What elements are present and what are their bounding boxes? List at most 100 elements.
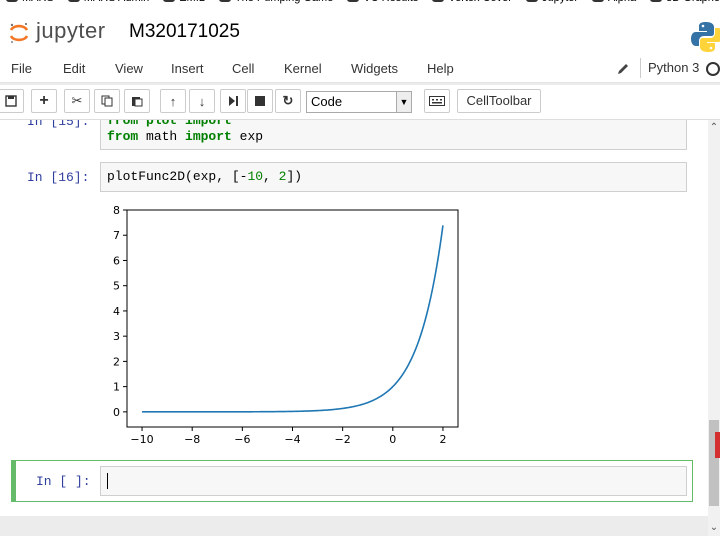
notebook-header: jupyter M320171025 xyxy=(0,8,720,56)
y-tick-label: 2 xyxy=(113,355,120,368)
python-logo-icon xyxy=(691,22,720,52)
cell-prompt: In [15]: xyxy=(27,120,90,129)
x-tick-label: −4 xyxy=(284,433,300,446)
bookmark-label: MARS Admin xyxy=(84,0,149,4)
menu-file[interactable]: File xyxy=(11,61,32,76)
bookmark-item[interactable]: MARS Admin xyxy=(67,0,149,4)
y-tick-label: 7 xyxy=(113,229,120,242)
code-cell-input[interactable]: plotFunc2D(exp, [-10, 2]) xyxy=(100,162,687,192)
bookmark-label: VC Results xyxy=(363,0,418,4)
run-button[interactable] xyxy=(220,89,246,113)
y-tick-label: 0 xyxy=(113,406,120,419)
code-text: ]) xyxy=(286,169,303,184)
bookmark-item[interactable]: Alpha xyxy=(592,0,636,4)
menu-edit[interactable]: Edit xyxy=(63,61,85,76)
page-bottom xyxy=(0,516,708,536)
x-tick-label: −10 xyxy=(130,433,153,446)
copy-icon xyxy=(101,95,113,107)
code-cell-input[interactable] xyxy=(100,466,687,496)
y-tick-label: 5 xyxy=(113,280,120,293)
bookmark-icon xyxy=(67,0,80,3)
bookmark-item[interactable]: Vertex Cover xyxy=(432,0,512,4)
plot-output: −10 −8 −6 −4 −2 0 2 0 1 2 3 4 5 6 7 8 xyxy=(113,204,459,446)
x-tick-label: 0 xyxy=(389,433,396,446)
edit-pencil-icon[interactable] xyxy=(616,62,630,76)
bookmark-icon xyxy=(525,0,538,3)
bookmark-icon xyxy=(6,0,18,3)
menu-help[interactable]: Help xyxy=(427,61,454,76)
code-keyword: import xyxy=(185,129,232,144)
bookmark-icon xyxy=(592,0,605,3)
scissors-icon: ✂ xyxy=(71,93,83,108)
code-text: plotFunc2D(exp, [- xyxy=(107,169,248,184)
chevron-down-icon[interactable]: ⌄ xyxy=(708,522,720,533)
y-tick-label: 3 xyxy=(113,330,120,343)
bookmarks-more-button[interactable]: » xyxy=(710,0,716,4)
x-tick-label: −8 xyxy=(184,433,200,446)
celltoolbar-button[interactable]: CellToolbar xyxy=(457,89,541,113)
menu-cell[interactable]: Cell xyxy=(232,61,254,76)
insert-cell-button[interactable]: + xyxy=(31,89,57,113)
scrollbar[interactable]: ⌃ ⌄ xyxy=(708,120,720,536)
cell-prompt: In [ ]: xyxy=(36,474,91,489)
save-button[interactable] xyxy=(0,89,24,113)
chevron-up-icon[interactable]: ⌃ xyxy=(708,122,720,133)
bookmark-item[interactable]: EMIL xyxy=(163,0,205,4)
menu-view[interactable]: View xyxy=(115,61,143,76)
restart-button[interactable]: ↻ xyxy=(275,89,301,113)
chevron-down-icon: ▼ xyxy=(396,92,411,112)
y-tick-label: 8 xyxy=(113,204,120,217)
bookmark-item[interactable]: The Pumping Game xyxy=(218,0,333,4)
y-tick-label: 1 xyxy=(113,381,120,394)
code-text: from plot import xyxy=(107,120,232,128)
bookmark-label: Vertex Cover xyxy=(448,0,512,4)
refresh-icon: ↻ xyxy=(282,93,294,108)
cut-button[interactable]: ✂ xyxy=(64,89,90,113)
notebook-container[interactable]: In [15]: from plot import from math impo… xyxy=(0,120,708,516)
menu-widgets[interactable]: Widgets xyxy=(351,61,398,76)
paste-button[interactable] xyxy=(124,89,150,113)
move-down-button[interactable]: ↓ xyxy=(189,89,215,113)
bookmark-label: Alpha xyxy=(608,0,636,4)
jupyter-logo[interactable]: jupyter xyxy=(8,18,108,48)
plot-frame xyxy=(126,209,459,428)
jupyter-logo-text: jupyter xyxy=(36,18,106,43)
y-tick-label: 6 xyxy=(113,254,120,267)
code-text: exp xyxy=(231,129,264,144)
red-marker xyxy=(715,432,720,458)
x-tick-label: 2 xyxy=(439,433,446,446)
command-palette-button[interactable] xyxy=(424,89,450,113)
copy-button[interactable] xyxy=(94,89,120,113)
bookmark-icon xyxy=(163,0,176,3)
code-number: 10 xyxy=(247,169,264,184)
code-cell-input[interactable]: from plot import from math import exp xyxy=(100,120,687,150)
bookmark-icon xyxy=(347,0,360,3)
bookmark-label: Jupyter xyxy=(542,0,578,4)
bookmark-icon xyxy=(650,0,663,3)
cell-type-select[interactable]: Code ▼ xyxy=(306,91,412,113)
notebook-name[interactable]: M320171025 xyxy=(129,21,240,43)
bookmarks-bar: MARS MARS Admin EMIL The Pumping Game VC Res… xyxy=(0,0,720,8)
menu-bar: File Edit View Insert Cell Kernel Widget… xyxy=(0,56,720,83)
y-tick-label: 4 xyxy=(113,305,120,318)
bookmark-label: EMIL xyxy=(179,0,205,4)
code-text: math xyxy=(138,129,186,144)
bookmark-label: MARS xyxy=(22,0,54,4)
kernel-indicator: Python 3 xyxy=(640,58,699,78)
move-up-button[interactable]: ↑ xyxy=(160,89,186,113)
bookmark-item[interactable]: MARS xyxy=(6,0,54,4)
bookmark-item[interactable]: VC Results xyxy=(347,0,418,4)
kernel-status-icon xyxy=(706,62,720,76)
paste-icon xyxy=(132,97,143,107)
bookmark-icon xyxy=(218,0,231,3)
interrupt-button[interactable] xyxy=(247,89,273,113)
save-icon xyxy=(5,95,17,107)
menu-insert[interactable]: Insert xyxy=(171,61,204,76)
step-forward-icon xyxy=(229,96,238,106)
bookmark-label: The Pumping Game xyxy=(235,0,333,4)
plus-icon: + xyxy=(39,92,49,109)
menu-kernel[interactable]: Kernel xyxy=(284,61,322,76)
bookmark-icon xyxy=(432,0,445,3)
bookmark-item[interactable]: Jupyter xyxy=(525,0,578,4)
toolbar: + ✂ ↑ ↓ ↻ Code ▼ CellToolbar xyxy=(0,85,720,120)
